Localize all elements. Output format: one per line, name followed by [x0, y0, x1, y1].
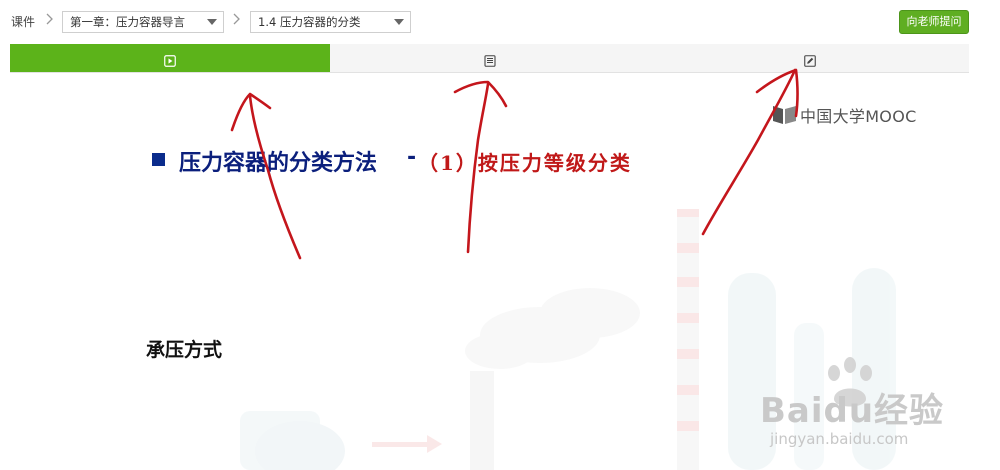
chevron-right-icon: [231, 12, 243, 26]
mooc-book-icon: [773, 106, 796, 124]
square-bullet-icon: [152, 153, 165, 166]
slide-subheading: 承压方式: [146, 339, 223, 361]
caret-down-icon: [207, 19, 217, 25]
tab-exercise[interactable]: [650, 44, 970, 72]
caret-down-icon: [394, 19, 404, 25]
ask-teacher-button[interactable]: 向老师提问: [899, 10, 969, 34]
breadcrumb-root[interactable]: 课件: [11, 13, 35, 30]
document-icon: [484, 52, 496, 71]
tab-document[interactable]: [330, 44, 650, 72]
top-bar: 课件 第一章：压力容器导言 1.4 压力容器的分类 向老师提问: [0, 0, 1000, 44]
play-icon: [164, 52, 176, 71]
watermark-url: jingyan.baidu.com: [770, 430, 909, 448]
chapter-select[interactable]: 第一章：压力容器导言: [62, 11, 224, 33]
watermark-brand: Baidu经验: [760, 391, 945, 431]
section-select[interactable]: 1.4 压力容器的分类: [250, 11, 411, 33]
content-tabs: [10, 44, 969, 73]
chevron-right-icon: [44, 12, 56, 26]
chapter-select-value: 第一章：压力容器导言: [70, 15, 185, 29]
heading-main: 压力容器的分类方法: [179, 151, 378, 176]
tab-video[interactable]: [10, 44, 330, 72]
heading-dash: -: [407, 145, 417, 170]
edit-icon: [804, 52, 816, 71]
mooc-logo-text: 中国大学MOOC: [800, 107, 917, 126]
heading-highlight: （1）按压力等级分类: [418, 151, 632, 175]
section-select-value: 1.4 压力容器的分类: [258, 15, 361, 29]
